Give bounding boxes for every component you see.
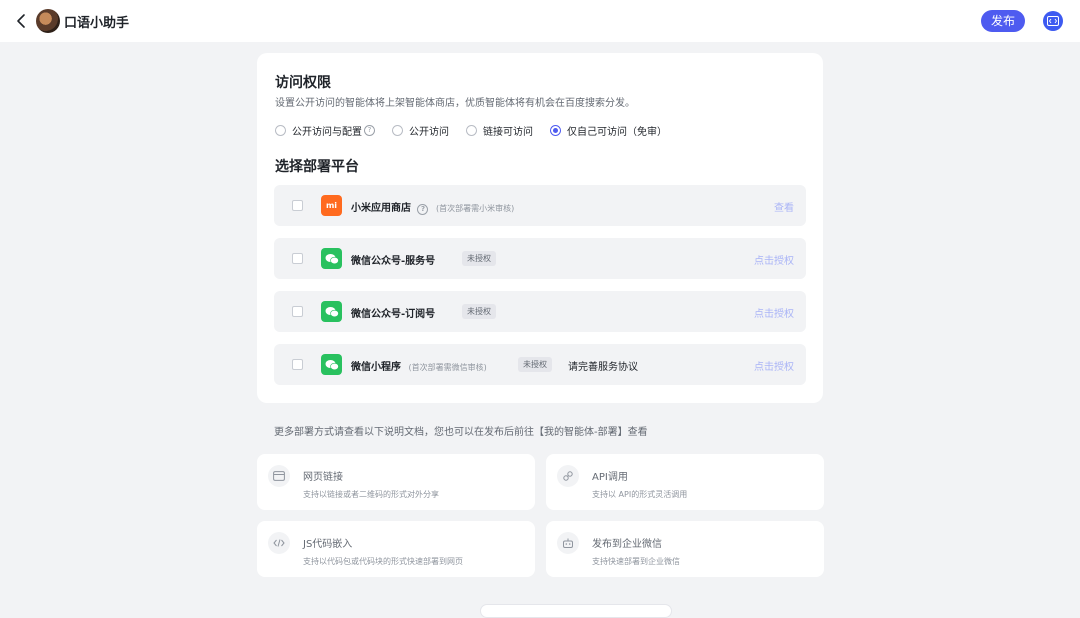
link-icon [557,465,579,487]
wechat-logo-icon [321,248,342,269]
option-description: 支持以链接或者二维码的形式对外分享 [303,490,439,499]
platform-note: (首次部署需小米审核) [435,204,515,213]
option-title: 网页链接 [303,472,343,483]
radio-button[interactable] [466,124,477,136]
platform-row-xiaomi: mi 小米应用商店 ? (首次部署需小米审核) 查看 [274,185,806,226]
access-radio-group: 公开访问与配置 ? 公开访问 链接可访问 仅自己可访问（免审） [275,122,684,138]
top-bar: 口语小助手 发布 [0,0,1080,42]
card-icon [268,465,290,487]
help-icon[interactable]: ? [364,124,375,136]
radio-label: 公开访问 [409,126,449,138]
publish-settings-card: 访问权限 设置公开访问的智能体将上架智能体商店，优质智能体将有机会在百度搜索分发… [257,53,823,403]
status-badge: 未授权 [462,251,496,266]
option-title: JS代码嵌入 [303,539,353,550]
status-badge: 未授权 [518,357,552,372]
service-agreement-link[interactable]: 请完善服务协议 [568,358,638,373]
option-description: 支持以 API的形式灵活调用 [592,490,688,499]
option-wecom[interactable]: 发布到企业微信 支持快速部署到企业微信 [546,521,824,577]
access-title: 访问权限 [275,75,331,91]
wechat-logo-icon [321,301,342,322]
option-js-embed[interactable]: JS代码嵌入 支持以代码包或代码块的形式快速部署到网页 [257,521,535,577]
code-icon [268,532,290,554]
platform-checkbox[interactable] [292,306,303,317]
help-icon[interactable]: ? [417,204,429,215]
radio-button[interactable] [392,124,403,136]
radio-link-access[interactable]: 链接可访问 [466,123,533,138]
platform-row-wechat-miniprogram: 微信小程序 (首次部署需微信审核) 未授权 请完善服务协议 点击授权 [274,344,806,385]
platform-row-wechat-service: 微信公众号-服务号 未授权 点击授权 [274,238,806,279]
back-arrow-icon[interactable] [14,12,30,30]
bottom-action-bar[interactable] [480,604,672,618]
radio-public-config[interactable]: 公开访问与配置 ? [275,123,375,138]
platform-note: (首次部署需微信审核) [408,363,487,372]
radio-label: 仅自己可访问（免审） [567,126,667,138]
more-deploy-hint: 更多部署方式请查看以下说明文档，您也可以在发布后前往【我的智能体-部署】查看 [274,427,648,438]
option-title: 发布到企业微信 [592,539,662,550]
publish-button[interactable]: 发布 [981,10,1025,32]
option-api[interactable]: API调用 支持以 API的形式灵活调用 [546,454,824,510]
platform-checkbox[interactable] [292,200,303,211]
option-description: 支持快速部署到企业微信 [592,557,680,566]
radio-private[interactable]: 仅自己可访问（免审） [550,123,667,138]
platform-checkbox[interactable] [292,253,303,264]
radio-button-checked[interactable] [550,124,561,136]
access-description: 设置公开访问的智能体将上架智能体商店，优质智能体将有机会在百度搜索分发。 [275,98,635,109]
code-embed-icon[interactable] [1043,11,1063,31]
radio-label: 链接可访问 [483,126,533,138]
xiaomi-logo-icon: mi [321,195,342,216]
status-badge: 未授权 [462,304,496,319]
authorize-link[interactable]: 点击授权 [754,358,794,373]
option-description: 支持以代码包或代码块的形式快速部署到网页 [303,557,463,566]
radio-button[interactable] [275,124,286,136]
platform-row-wechat-subscription: 微信公众号-订阅号 未授权 点击授权 [274,291,806,332]
avatar[interactable] [36,9,60,33]
deploy-title: 选择部署平台 [275,159,359,175]
platform-name: 小米应用商店 ? (首次部署需小米审核) [351,203,515,215]
authorize-link[interactable]: 点击授权 [754,305,794,320]
view-link[interactable]: 查看 [774,199,794,214]
radio-label: 公开访问与配置 [292,126,362,138]
authorize-link[interactable]: 点击授权 [754,252,794,267]
platform-name: 微信小程序 (首次部署需微信审核) [351,362,487,373]
wechat-logo-icon [321,354,342,375]
platform-checkbox[interactable] [292,359,303,370]
platform-name: 微信公众号-服务号 [351,256,436,267]
platform-name: 微信公众号-订阅号 [351,309,436,320]
radio-public[interactable]: 公开访问 [392,123,449,138]
option-web-link[interactable]: 网页链接 支持以链接或者二维码的形式对外分享 [257,454,535,510]
option-title: API调用 [592,472,628,483]
agent-title: 口语小助手 [64,16,130,31]
robot-icon [557,532,579,554]
